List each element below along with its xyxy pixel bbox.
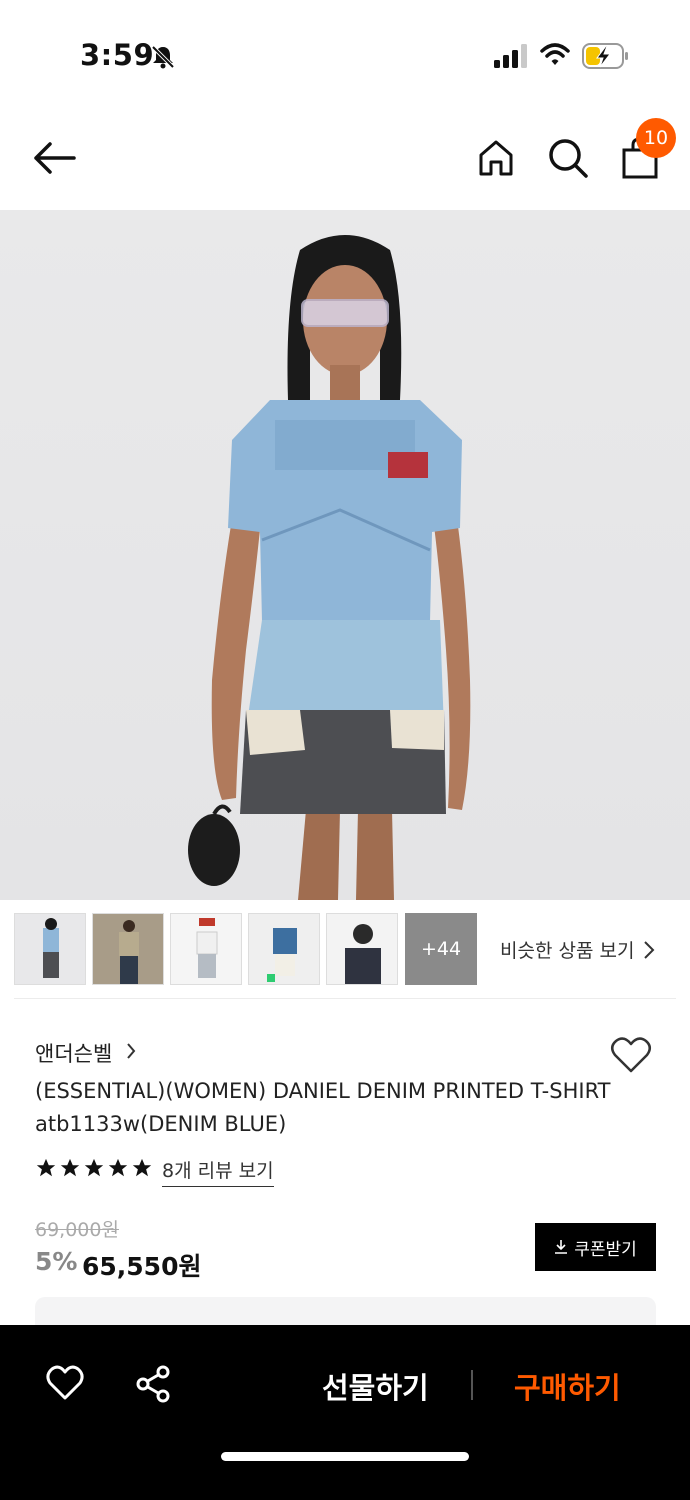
home-indicator <box>221 1452 469 1461</box>
thumbnail-5[interactable] <box>326 913 398 985</box>
discount-rate: 5% <box>35 1247 78 1276</box>
thumbnail-more[interactable]: +44 <box>405 913 477 985</box>
bar-separator <box>471 1370 473 1400</box>
share-icon[interactable] <box>134 1365 172 1403</box>
cart-badge[interactable]: 10 <box>636 118 676 158</box>
bottom-action-bar: 선물하기 구매하기 <box>0 1325 690 1500</box>
chevron-right-icon <box>644 941 655 959</box>
similar-products-link[interactable]: 비슷한 상품 보기 <box>500 936 634 963</box>
thumbnail-4[interactable] <box>248 913 320 985</box>
download-icon <box>555 1240 568 1254</box>
header: 10 <box>0 110 690 208</box>
gift-button[interactable]: 선물하기 <box>322 1365 429 1407</box>
rating-stars <box>35 1157 153 1181</box>
search-icon[interactable] <box>546 136 590 180</box>
wishlist-heart-icon[interactable] <box>610 1036 652 1074</box>
battery-charging-icon <box>582 43 628 69</box>
thumbnail-2[interactable] <box>92 913 164 985</box>
status-time: 3:59 <box>80 38 155 72</box>
coupon-button[interactable]: 쿠폰받기 <box>535 1223 656 1271</box>
wifi-icon <box>540 43 570 65</box>
buy-button[interactable]: 구매하기 <box>514 1365 621 1407</box>
star-icon <box>84 1158 104 1177</box>
star-icon <box>36 1158 56 1177</box>
status-bar: 3:59 <box>0 0 690 110</box>
star-icon <box>108 1158 128 1177</box>
like-heart-icon[interactable] <box>46 1365 84 1401</box>
thumbnail-1[interactable] <box>14 913 86 985</box>
star-icon <box>60 1158 80 1177</box>
back-icon[interactable] <box>32 140 78 176</box>
signal-icon <box>494 44 527 68</box>
sale-price: 65,550원 <box>82 1252 202 1281</box>
product-image[interactable] <box>0 210 690 900</box>
product-title: (ESSENTIAL)(WOMEN) DANIEL DENIM PRINTED … <box>35 1079 611 1136</box>
thumbnail-3[interactable] <box>170 913 242 985</box>
bell-slash-icon <box>151 45 175 69</box>
coupon-label: 쿠폰받기 <box>574 1239 637 1260</box>
divider <box>14 998 676 999</box>
chevron-right-icon <box>127 1043 136 1059</box>
model-illustration <box>188 235 471 900</box>
review-link[interactable]: 8개 리뷰 보기 <box>162 1156 274 1187</box>
original-price: 69,000원 <box>35 1219 119 1241</box>
brand-link[interactable]: 앤더슨벨 <box>35 1038 112 1068</box>
home-icon[interactable] <box>476 138 516 178</box>
star-icon <box>132 1158 152 1177</box>
